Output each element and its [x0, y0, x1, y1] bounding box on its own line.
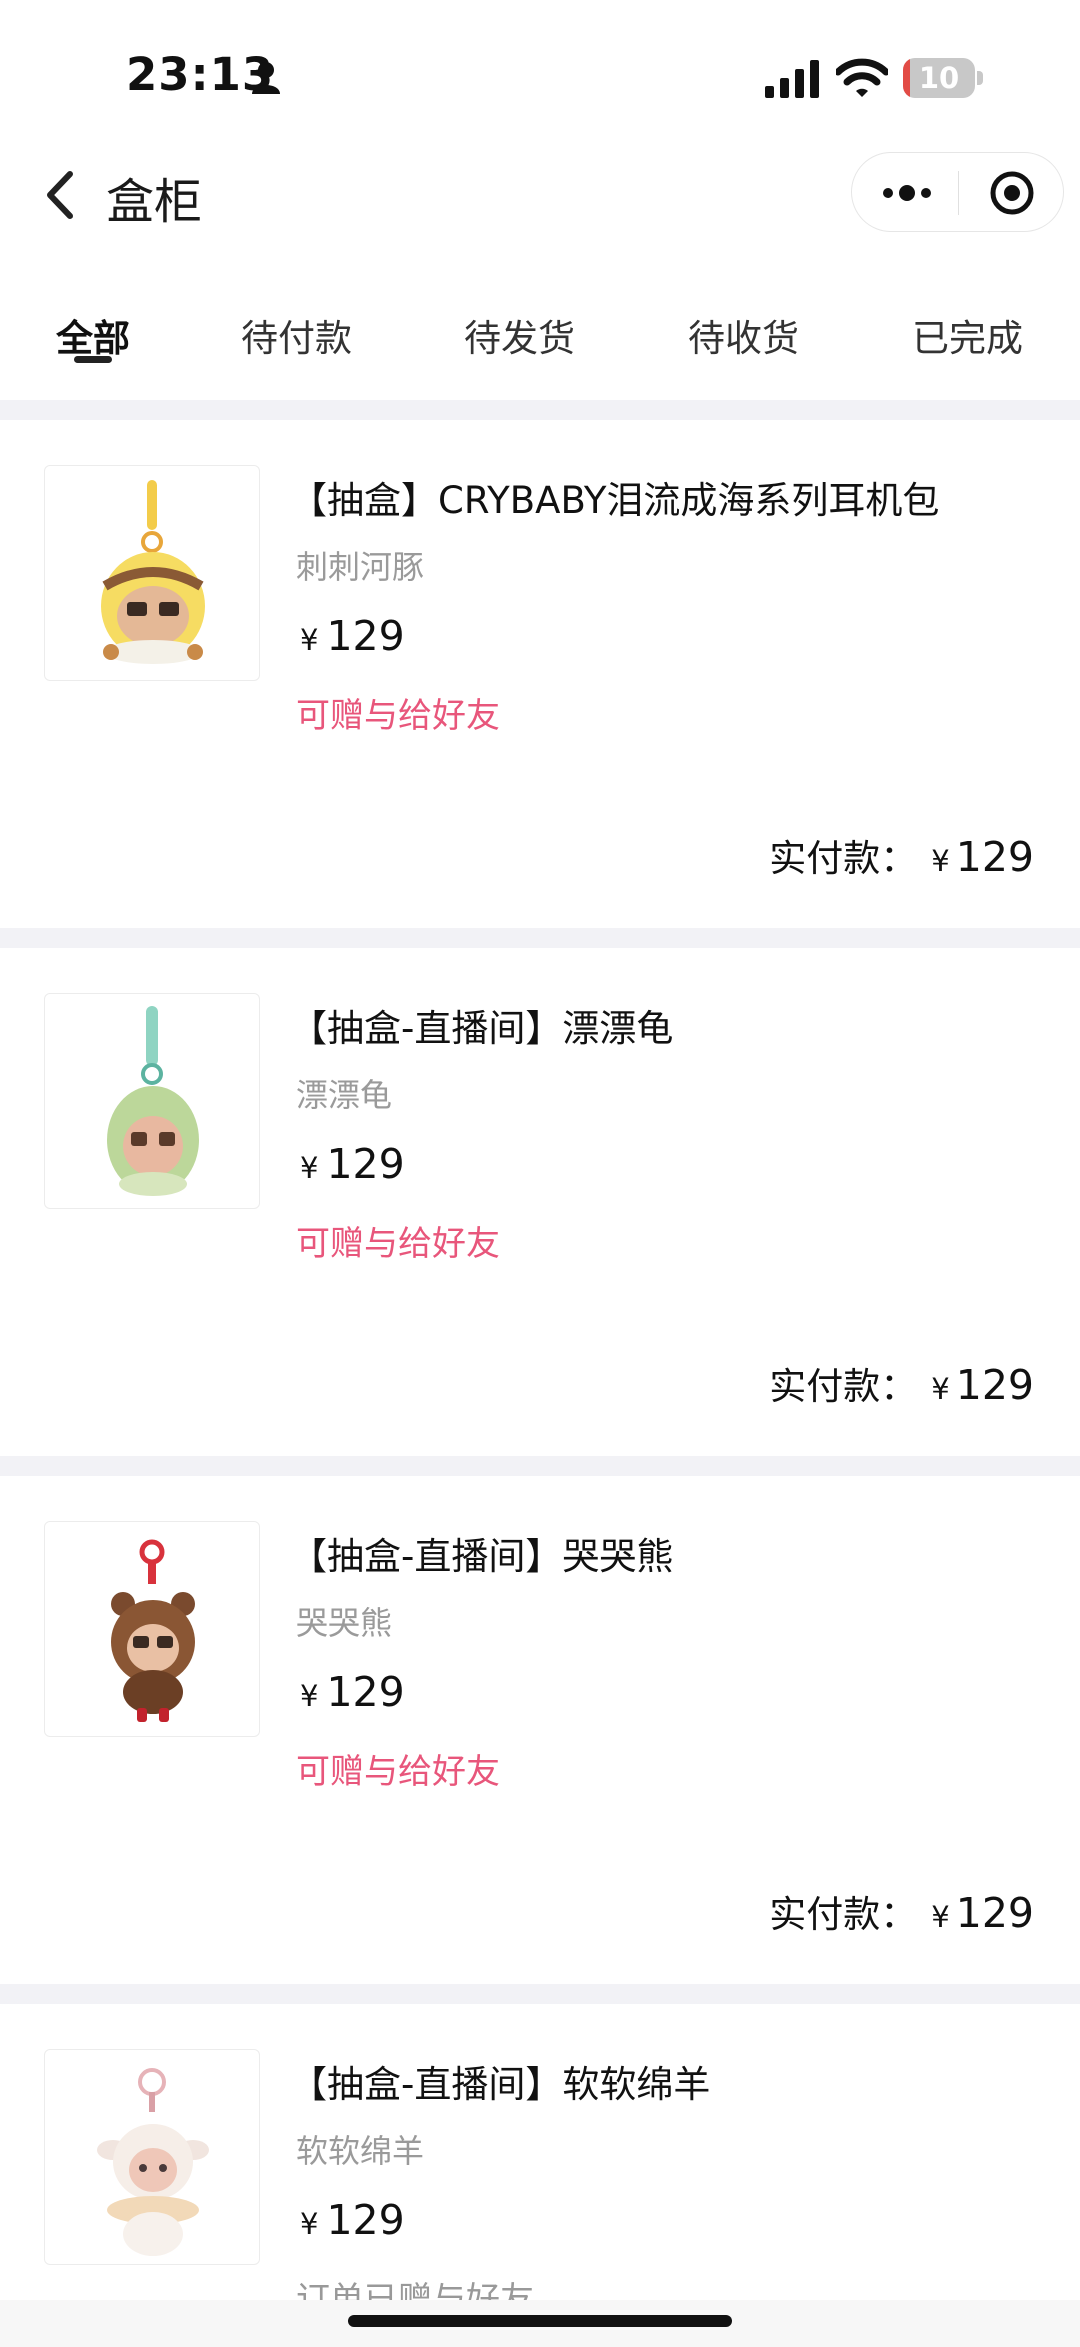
- product-variant: 漂漂龟: [296, 1076, 393, 1114]
- product-price: ¥129: [300, 1140, 405, 1188]
- product-title: 【抽盒-直播间】软软绵羊: [290, 2063, 711, 2106]
- order-card[interactable]: 【抽盒-直播间】漂漂龟 漂漂龟 ¥129 可赠与给好友 实付款： ¥129: [0, 948, 1080, 1456]
- product-thumbnail[interactable]: [44, 1521, 260, 1737]
- order-tabs: 全部 待付款 待发货 待收货 已完成: [0, 290, 1080, 390]
- price-value: 129: [326, 1140, 405, 1188]
- close-target-icon[interactable]: [988, 169, 1036, 217]
- tab-pending-receipt[interactable]: 待收货: [688, 308, 799, 362]
- section-divider: [0, 1984, 1080, 2004]
- paid-label: 实付款：: [769, 837, 918, 880]
- page-title: 盒柜: [106, 174, 203, 230]
- currency-symbol: ¥: [931, 1372, 950, 1406]
- paid-label: 实付款：: [769, 1365, 918, 1408]
- paid-amount: 实付款： ¥129: [769, 1884, 1034, 1938]
- product-price: ¥129: [300, 1668, 405, 1716]
- product-image-pufferfish: [101, 480, 205, 664]
- product-title: 【抽盒】CRYBABY泪流成海系列耳机包: [290, 479, 940, 522]
- tab-pending-shipment[interactable]: 待发货: [464, 308, 575, 362]
- section-divider: [0, 400, 1080, 420]
- paid-value: 129: [955, 1361, 1034, 1409]
- paid-label: 实付款：: [769, 1893, 918, 1936]
- gift-to-friend-link[interactable]: 可赠与给好友: [296, 1216, 500, 1265]
- currency-symbol: ¥: [300, 1151, 319, 1185]
- price-value: 129: [326, 612, 405, 660]
- tab-all[interactable]: 全部: [56, 308, 130, 362]
- battery-percent: 10: [918, 61, 960, 95]
- paid-value: 129: [955, 1889, 1034, 1937]
- wifi-icon: [836, 58, 888, 97]
- product-thumbnail[interactable]: [44, 2049, 260, 2265]
- product-variant: 哭哭熊: [296, 1604, 393, 1642]
- currency-symbol: ¥: [300, 1679, 319, 1713]
- order-card[interactable]: 【抽盒-直播间】哭哭熊 哭哭熊 ¥129 可赠与给好友 实付款： ¥129: [0, 1476, 1080, 1984]
- gift-to-friend-link[interactable]: 可赠与给好友: [296, 688, 500, 737]
- person-icon: [252, 62, 280, 94]
- tab-pending-payment[interactable]: 待付款: [241, 308, 352, 362]
- tab-completed[interactable]: 已完成: [912, 308, 1023, 362]
- product-price: ¥129: [300, 2196, 405, 2244]
- currency-symbol: ¥: [300, 623, 319, 657]
- product-price: ¥129: [300, 612, 405, 660]
- product-title: 【抽盒-直播间】哭哭熊: [290, 1535, 674, 1578]
- product-variant: 软软绵羊: [296, 2132, 425, 2170]
- paid-amount: 实付款： ¥129: [769, 828, 1034, 882]
- home-indicator[interactable]: [348, 2315, 732, 2327]
- section-divider: [0, 1456, 1080, 1476]
- nav-bar: 盒柜: [0, 150, 1080, 280]
- paid-amount: 实付款： ¥129: [769, 1356, 1034, 1410]
- gift-to-friend-link[interactable]: 可赠与给好友: [296, 1744, 500, 1793]
- product-image-sheep: [97, 2068, 209, 2256]
- price-value: 129: [326, 2196, 405, 2244]
- product-image-bear: [111, 1539, 195, 1722]
- gift-status: 订单已赠与好友: [296, 2280, 534, 2300]
- signal-icon: [765, 60, 819, 98]
- product-image-turtle: [107, 1006, 199, 1196]
- more-icon[interactable]: [880, 173, 934, 213]
- currency-symbol: ¥: [931, 844, 950, 878]
- currency-symbol: ¥: [300, 2207, 319, 2241]
- status-bar: 23:13 10: [0, 0, 1080, 150]
- battery-indicator: 10: [903, 58, 983, 98]
- currency-symbol: ¥: [931, 1900, 950, 1934]
- price-value: 129: [326, 1668, 405, 1716]
- back-icon[interactable]: [36, 160, 86, 230]
- product-variant: 刺刺河豚: [296, 548, 425, 586]
- order-card[interactable]: 【抽盒】CRYBABY泪流成海系列耳机包 刺刺河豚 ¥129 可赠与给好友 实付…: [0, 420, 1080, 928]
- product-thumbnail[interactable]: [44, 465, 260, 681]
- product-title: 【抽盒-直播间】漂漂龟: [290, 1007, 674, 1050]
- mini-program-capsule: [851, 152, 1064, 232]
- paid-value: 129: [955, 833, 1034, 881]
- section-divider: [0, 928, 1080, 948]
- order-card[interactable]: 【抽盒-直播间】软软绵羊 软软绵羊 ¥129 订单已赠与好友: [0, 2004, 1080, 2300]
- product-thumbnail[interactable]: [44, 993, 260, 1209]
- tab-active-indicator: [74, 356, 112, 363]
